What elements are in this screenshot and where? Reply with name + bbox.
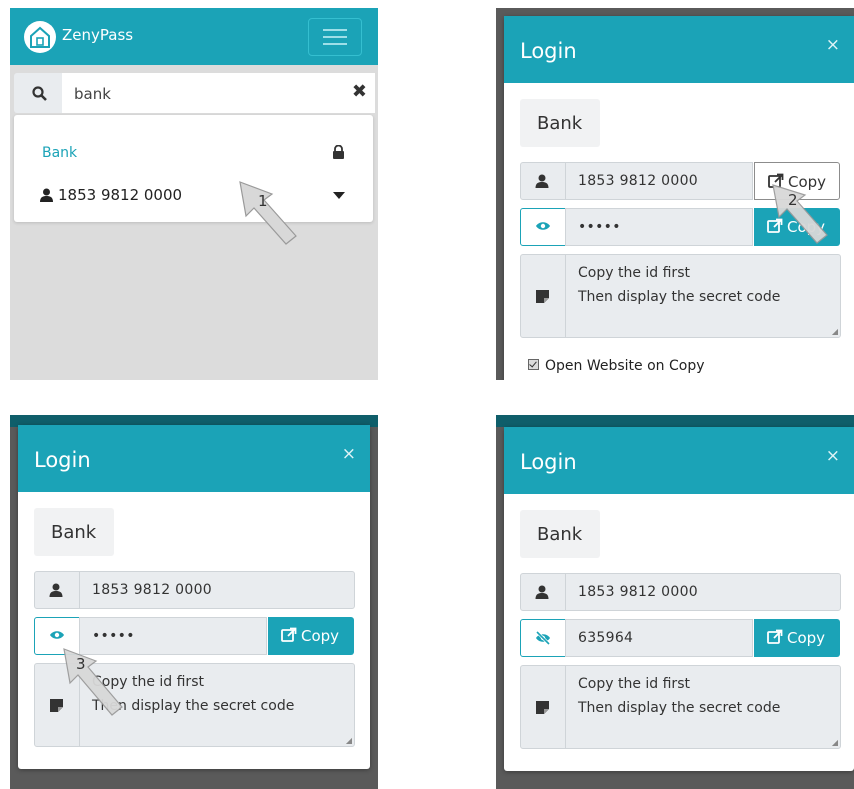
step-1-callout: 1 <box>238 180 300 246</box>
password-value: 635964 <box>578 630 634 646</box>
step-3-number: 3 <box>76 655 86 673</box>
login-screen-revealed: Login × Bank 1853 9812 0000 635964 Copy <box>496 415 854 789</box>
resize-handle[interactable]: ◢ <box>346 736 352 745</box>
step-3-callout: 3 <box>62 647 132 717</box>
user-icon <box>34 571 80 609</box>
copy-password-button[interactable]: Copy <box>754 619 840 657</box>
resize-handle[interactable]: ◢ <box>832 327 838 336</box>
user-icon <box>40 188 53 202</box>
identifier-field[interactable]: 1853 9812 0000 <box>565 573 841 611</box>
identifier-value: 1853 9812 0000 <box>578 584 698 600</box>
site-label: Bank <box>520 99 600 147</box>
password-field[interactable]: 635964 <box>565 619 753 657</box>
login-screen-reveal: Login × Bank 1853 9812 0000 ••••• Copy C… <box>10 415 378 789</box>
note-line-2: Then display the secret code <box>578 289 781 305</box>
search-screen: ZenyPass bank ✖ Bank 1853 9812 0000 1 <box>10 8 378 380</box>
navbar: ZenyPass <box>10 8 378 65</box>
user-icon <box>520 162 566 200</box>
note-line-2: Then display the secret code <box>578 700 781 716</box>
identifier-field[interactable]: 1853 9812 0000 <box>565 162 753 200</box>
app-name: ZenyPass <box>62 26 134 44</box>
login-screen-copy-id: Login × Bank 1853 9812 0000 Copy ••••• C… <box>496 8 854 380</box>
note-textarea[interactable]: Copy the id first Then display the secre… <box>565 665 841 749</box>
result-identifier-text: 1853 9812 0000 <box>58 186 183 204</box>
modal-title: Login <box>520 450 577 474</box>
open-website-checkbox[interactable]: Open Website on Copy <box>528 358 705 374</box>
step-1-number: 1 <box>258 192 268 210</box>
step-2-number: 2 <box>788 191 798 209</box>
note-icon <box>520 254 566 338</box>
caret-down-icon[interactable] <box>333 192 345 199</box>
close-icon[interactable]: × <box>826 35 840 55</box>
password-value: ••••• <box>92 628 135 644</box>
site-name: Bank <box>537 113 583 134</box>
search-input[interactable]: bank ✖ <box>62 73 375 113</box>
password-group: 635964 Copy <box>520 619 841 657</box>
menu-icon[interactable] <box>308 18 362 56</box>
modal-title: Login <box>34 448 91 472</box>
modal-header: Login × <box>504 16 854 83</box>
identifier-value: 1853 9812 0000 <box>578 173 698 189</box>
external-link-icon <box>281 627 297 642</box>
result-card[interactable]: Bank 1853 9812 0000 <box>14 115 373 222</box>
copy-label: Copy <box>787 629 826 647</box>
note-icon <box>520 665 566 749</box>
open-website-label: Open Website on Copy <box>545 358 705 374</box>
close-icon[interactable]: × <box>342 444 356 464</box>
eye-icon[interactable] <box>520 208 566 246</box>
logo-icon[interactable] <box>24 21 56 53</box>
note-group: Copy the id first Then display the secre… <box>520 254 841 338</box>
close-icon[interactable]: × <box>826 446 840 466</box>
step-2-callout: 2 <box>771 183 833 245</box>
clear-icon[interactable]: ✖ <box>352 81 367 102</box>
site-name: Bank <box>537 524 583 545</box>
note-line-1: Copy the id first <box>578 676 690 692</box>
login-modal: Login × Bank 1853 9812 0000 635964 Copy <box>504 427 854 771</box>
note-textarea[interactable]: Copy the id first Then display the secre… <box>565 254 841 338</box>
password-value: ••••• <box>578 219 621 235</box>
identifier-group: 1853 9812 0000 <box>520 573 841 611</box>
password-field[interactable]: ••••• <box>565 208 753 246</box>
resize-handle[interactable]: ◢ <box>832 738 838 747</box>
result-identifier[interactable]: 1853 9812 0000 <box>40 186 182 204</box>
identifier-field[interactable]: 1853 9812 0000 <box>79 571 355 609</box>
user-icon <box>520 573 566 611</box>
identifier-value: 1853 9812 0000 <box>92 582 212 598</box>
login-modal: Login × Bank 1853 9812 0000 ••••• Copy C… <box>18 425 370 769</box>
modal-header: Login × <box>18 425 370 492</box>
external-link-icon <box>767 629 783 644</box>
search-bar: bank ✖ <box>14 73 375 113</box>
search-icon <box>18 73 62 113</box>
site-name: Bank <box>51 522 97 543</box>
site-label: Bank <box>34 508 114 556</box>
eye-slash-icon[interactable] <box>520 619 566 657</box>
copy-label: Copy <box>301 627 340 645</box>
copy-password-button[interactable]: Copy <box>268 617 354 655</box>
modal-header: Login × <box>504 427 854 494</box>
site-label: Bank <box>520 510 600 558</box>
result-title[interactable]: Bank <box>42 145 77 161</box>
lock-icon <box>332 145 345 159</box>
note-line-1: Copy the id first <box>578 265 690 281</box>
note-group: Copy the id first Then display the secre… <box>520 665 841 749</box>
search-query: bank <box>74 85 111 103</box>
checkbox-icon[interactable] <box>528 359 539 370</box>
identifier-group: 1853 9812 0000 <box>34 571 355 609</box>
modal-title: Login <box>520 39 577 63</box>
